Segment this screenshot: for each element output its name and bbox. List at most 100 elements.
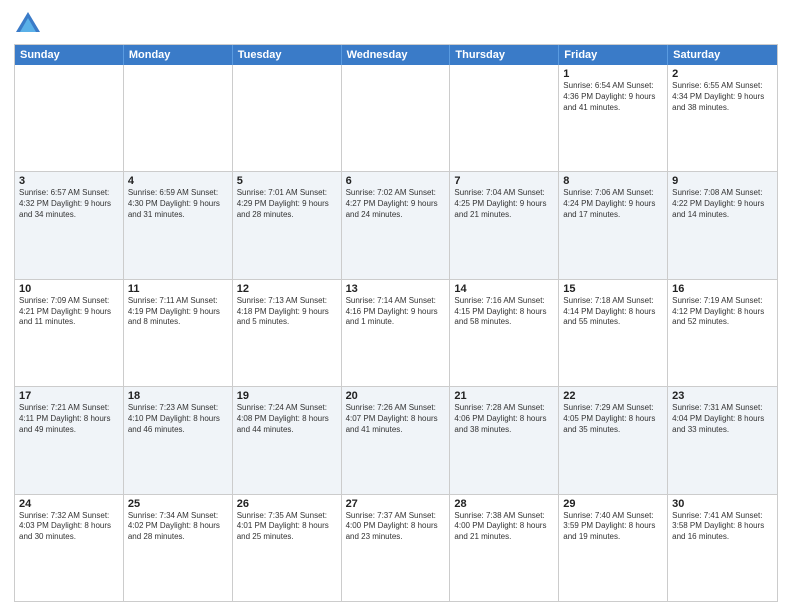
logo-icon [14,10,42,38]
day-info: Sunrise: 7:16 AM Sunset: 4:15 PM Dayligh… [454,296,554,328]
day-info: Sunrise: 6:59 AM Sunset: 4:30 PM Dayligh… [128,188,228,220]
logo [14,10,46,38]
day-info: Sunrise: 7:24 AM Sunset: 4:08 PM Dayligh… [237,403,337,435]
day-info: Sunrise: 7:19 AM Sunset: 4:12 PM Dayligh… [672,296,773,328]
day-number: 22 [563,390,663,402]
day-info: Sunrise: 7:28 AM Sunset: 4:06 PM Dayligh… [454,403,554,435]
day-number: 11 [128,283,228,295]
day-cell-13: 13Sunrise: 7:14 AM Sunset: 4:16 PM Dayli… [342,280,451,386]
day-info: Sunrise: 7:41 AM Sunset: 3:58 PM Dayligh… [672,511,773,543]
day-cell-19: 19Sunrise: 7:24 AM Sunset: 4:08 PM Dayli… [233,387,342,493]
day-number: 24 [19,498,119,510]
day-info: Sunrise: 7:14 AM Sunset: 4:16 PM Dayligh… [346,296,446,328]
day-info: Sunrise: 7:04 AM Sunset: 4:25 PM Dayligh… [454,188,554,220]
day-cell-10: 10Sunrise: 7:09 AM Sunset: 4:21 PM Dayli… [15,280,124,386]
day-cell-28: 28Sunrise: 7:38 AM Sunset: 4:00 PM Dayli… [450,495,559,601]
calendar-row-2: 10Sunrise: 7:09 AM Sunset: 4:21 PM Dayli… [15,279,777,386]
day-info: Sunrise: 7:18 AM Sunset: 4:14 PM Dayligh… [563,296,663,328]
day-number: 15 [563,283,663,295]
day-info: Sunrise: 7:37 AM Sunset: 4:00 PM Dayligh… [346,511,446,543]
day-number: 14 [454,283,554,295]
empty-cell-0-2 [233,65,342,171]
day-info: Sunrise: 7:34 AM Sunset: 4:02 PM Dayligh… [128,511,228,543]
day-cell-8: 8Sunrise: 7:06 AM Sunset: 4:24 PM Daylig… [559,172,668,278]
day-number: 13 [346,283,446,295]
weekday-header-friday: Friday [559,45,668,65]
day-number: 9 [672,175,773,187]
day-cell-20: 20Sunrise: 7:26 AM Sunset: 4:07 PM Dayli… [342,387,451,493]
day-number: 5 [237,175,337,187]
day-number: 16 [672,283,773,295]
day-cell-27: 27Sunrise: 7:37 AM Sunset: 4:00 PM Dayli… [342,495,451,601]
day-info: Sunrise: 7:38 AM Sunset: 4:00 PM Dayligh… [454,511,554,543]
day-info: Sunrise: 7:40 AM Sunset: 3:59 PM Dayligh… [563,511,663,543]
day-info: Sunrise: 7:23 AM Sunset: 4:10 PM Dayligh… [128,403,228,435]
day-info: Sunrise: 7:08 AM Sunset: 4:22 PM Dayligh… [672,188,773,220]
day-number: 29 [563,498,663,510]
empty-cell-0-3 [342,65,451,171]
day-cell-4: 4Sunrise: 6:59 AM Sunset: 4:30 PM Daylig… [124,172,233,278]
empty-cell-0-0 [15,65,124,171]
day-number: 23 [672,390,773,402]
day-cell-23: 23Sunrise: 7:31 AM Sunset: 4:04 PM Dayli… [668,387,777,493]
day-cell-3: 3Sunrise: 6:57 AM Sunset: 4:32 PM Daylig… [15,172,124,278]
day-cell-30: 30Sunrise: 7:41 AM Sunset: 3:58 PM Dayli… [668,495,777,601]
day-cell-1: 1Sunrise: 6:54 AM Sunset: 4:36 PM Daylig… [559,65,668,171]
day-cell-5: 5Sunrise: 7:01 AM Sunset: 4:29 PM Daylig… [233,172,342,278]
calendar-row-1: 3Sunrise: 6:57 AM Sunset: 4:32 PM Daylig… [15,171,777,278]
day-number: 25 [128,498,228,510]
day-number: 21 [454,390,554,402]
day-cell-11: 11Sunrise: 7:11 AM Sunset: 4:19 PM Dayli… [124,280,233,386]
weekday-header-wednesday: Wednesday [342,45,451,65]
day-number: 30 [672,498,773,510]
weekday-header-saturday: Saturday [668,45,777,65]
day-number: 6 [346,175,446,187]
day-number: 19 [237,390,337,402]
day-cell-24: 24Sunrise: 7:32 AM Sunset: 4:03 PM Dayli… [15,495,124,601]
day-number: 27 [346,498,446,510]
empty-cell-0-4 [450,65,559,171]
day-cell-12: 12Sunrise: 7:13 AM Sunset: 4:18 PM Dayli… [233,280,342,386]
day-info: Sunrise: 7:31 AM Sunset: 4:04 PM Dayligh… [672,403,773,435]
day-number: 1 [563,68,663,80]
day-number: 4 [128,175,228,187]
day-info: Sunrise: 7:09 AM Sunset: 4:21 PM Dayligh… [19,296,119,328]
day-number: 26 [237,498,337,510]
day-info: Sunrise: 7:06 AM Sunset: 4:24 PM Dayligh… [563,188,663,220]
day-number: 18 [128,390,228,402]
day-info: Sunrise: 7:01 AM Sunset: 4:29 PM Dayligh… [237,188,337,220]
day-cell-9: 9Sunrise: 7:08 AM Sunset: 4:22 PM Daylig… [668,172,777,278]
day-number: 7 [454,175,554,187]
calendar-row-4: 24Sunrise: 7:32 AM Sunset: 4:03 PM Dayli… [15,494,777,601]
day-info: Sunrise: 7:26 AM Sunset: 4:07 PM Dayligh… [346,403,446,435]
day-cell-6: 6Sunrise: 7:02 AM Sunset: 4:27 PM Daylig… [342,172,451,278]
day-info: Sunrise: 7:29 AM Sunset: 4:05 PM Dayligh… [563,403,663,435]
day-info: Sunrise: 7:11 AM Sunset: 4:19 PM Dayligh… [128,296,228,328]
day-number: 8 [563,175,663,187]
day-number: 12 [237,283,337,295]
day-info: Sunrise: 7:13 AM Sunset: 4:18 PM Dayligh… [237,296,337,328]
day-cell-29: 29Sunrise: 7:40 AM Sunset: 3:59 PM Dayli… [559,495,668,601]
day-number: 2 [672,68,773,80]
calendar-row-3: 17Sunrise: 7:21 AM Sunset: 4:11 PM Dayli… [15,386,777,493]
day-number: 10 [19,283,119,295]
calendar-header: SundayMondayTuesdayWednesdayThursdayFrid… [15,45,777,65]
day-info: Sunrise: 7:02 AM Sunset: 4:27 PM Dayligh… [346,188,446,220]
day-cell-18: 18Sunrise: 7:23 AM Sunset: 4:10 PM Dayli… [124,387,233,493]
day-number: 3 [19,175,119,187]
day-info: Sunrise: 7:35 AM Sunset: 4:01 PM Dayligh… [237,511,337,543]
calendar-row-0: 1Sunrise: 6:54 AM Sunset: 4:36 PM Daylig… [15,65,777,171]
weekday-header-sunday: Sunday [15,45,124,65]
day-cell-2: 2Sunrise: 6:55 AM Sunset: 4:34 PM Daylig… [668,65,777,171]
calendar-body: 1Sunrise: 6:54 AM Sunset: 4:36 PM Daylig… [15,65,777,601]
day-cell-22: 22Sunrise: 7:29 AM Sunset: 4:05 PM Dayli… [559,387,668,493]
day-cell-14: 14Sunrise: 7:16 AM Sunset: 4:15 PM Dayli… [450,280,559,386]
day-cell-7: 7Sunrise: 7:04 AM Sunset: 4:25 PM Daylig… [450,172,559,278]
day-info: Sunrise: 6:54 AM Sunset: 4:36 PM Dayligh… [563,81,663,113]
day-info: Sunrise: 7:32 AM Sunset: 4:03 PM Dayligh… [19,511,119,543]
day-cell-21: 21Sunrise: 7:28 AM Sunset: 4:06 PM Dayli… [450,387,559,493]
calendar: SundayMondayTuesdayWednesdayThursdayFrid… [14,44,778,602]
day-cell-26: 26Sunrise: 7:35 AM Sunset: 4:01 PM Dayli… [233,495,342,601]
day-number: 28 [454,498,554,510]
page: SundayMondayTuesdayWednesdayThursdayFrid… [0,0,792,612]
